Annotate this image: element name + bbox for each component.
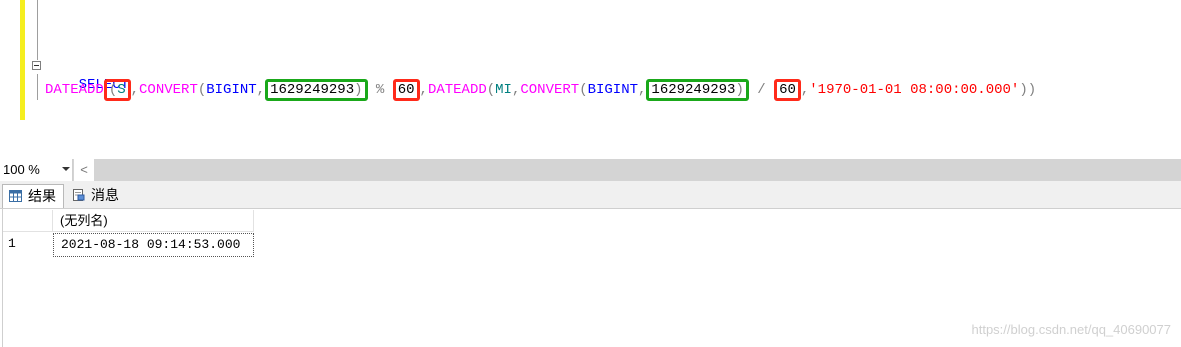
grid-icon [9,190,22,202]
message-icon [73,189,85,201]
token-function: CONVERT [520,82,580,98]
fold-guide-line [37,0,38,60]
row-number-header[interactable] [3,210,53,232]
token-type: BIGINT [587,82,639,98]
column-header[interactable]: (无列名) [53,210,254,232]
fold-guide-line [37,74,38,100]
table-cell[interactable]: 2021-08-18 09:14:53.000 [53,233,254,257]
token-type: BIGINT [206,82,257,98]
highlight-box-green: 1629249293) [265,79,368,101]
highlight-box-red: (S [103,79,131,101]
token-datepart: MI [495,82,512,98]
editor-gutter [0,0,20,159]
token-string: '1970-01-01 08:00:00.000' [809,82,1020,98]
code-line-2: DATEADD (S ,CONVERT(BIGINT, 1629249293) % 6… [45,79,1036,101]
token-number: 60 [397,82,415,98]
tab-messages[interactable]: 消息 [66,184,126,208]
row-number[interactable]: 1 [3,233,53,257]
token-datepart: S [117,82,126,98]
horizontal-scrollbar[interactable] [0,159,1181,181]
highlight-box-red: 60 [774,79,801,101]
collapse-icon[interactable] [32,61,41,70]
token-function: DATEADD [45,82,104,98]
highlight-box-green: 1629249293) [646,79,749,101]
token-number: 60 [779,82,796,98]
token-number: 1629249293 [651,82,736,98]
tab-results-label: 结果 [28,188,56,204]
tab-results[interactable]: 结果 [2,184,64,208]
scroll-left-button[interactable]: < [74,159,94,181]
token-function: DATEADD [427,82,487,98]
highlight-box-red: 60 [392,79,420,101]
query-editor[interactable]: SELECT DATEADD (S ,CONVERT(BIGINT, 16292492… [0,0,1181,159]
chevron-down-icon[interactable] [62,167,70,171]
tab-messages-label: 消息 [91,187,119,203]
token-number: 1629249293 [270,82,355,98]
results-tabstrip [0,181,1181,209]
token-function: CONVERT [139,82,198,98]
watermark-text: https://blog.csdn.net/qq_40690077 [971,322,1172,337]
change-indicator-bar [20,0,25,120]
